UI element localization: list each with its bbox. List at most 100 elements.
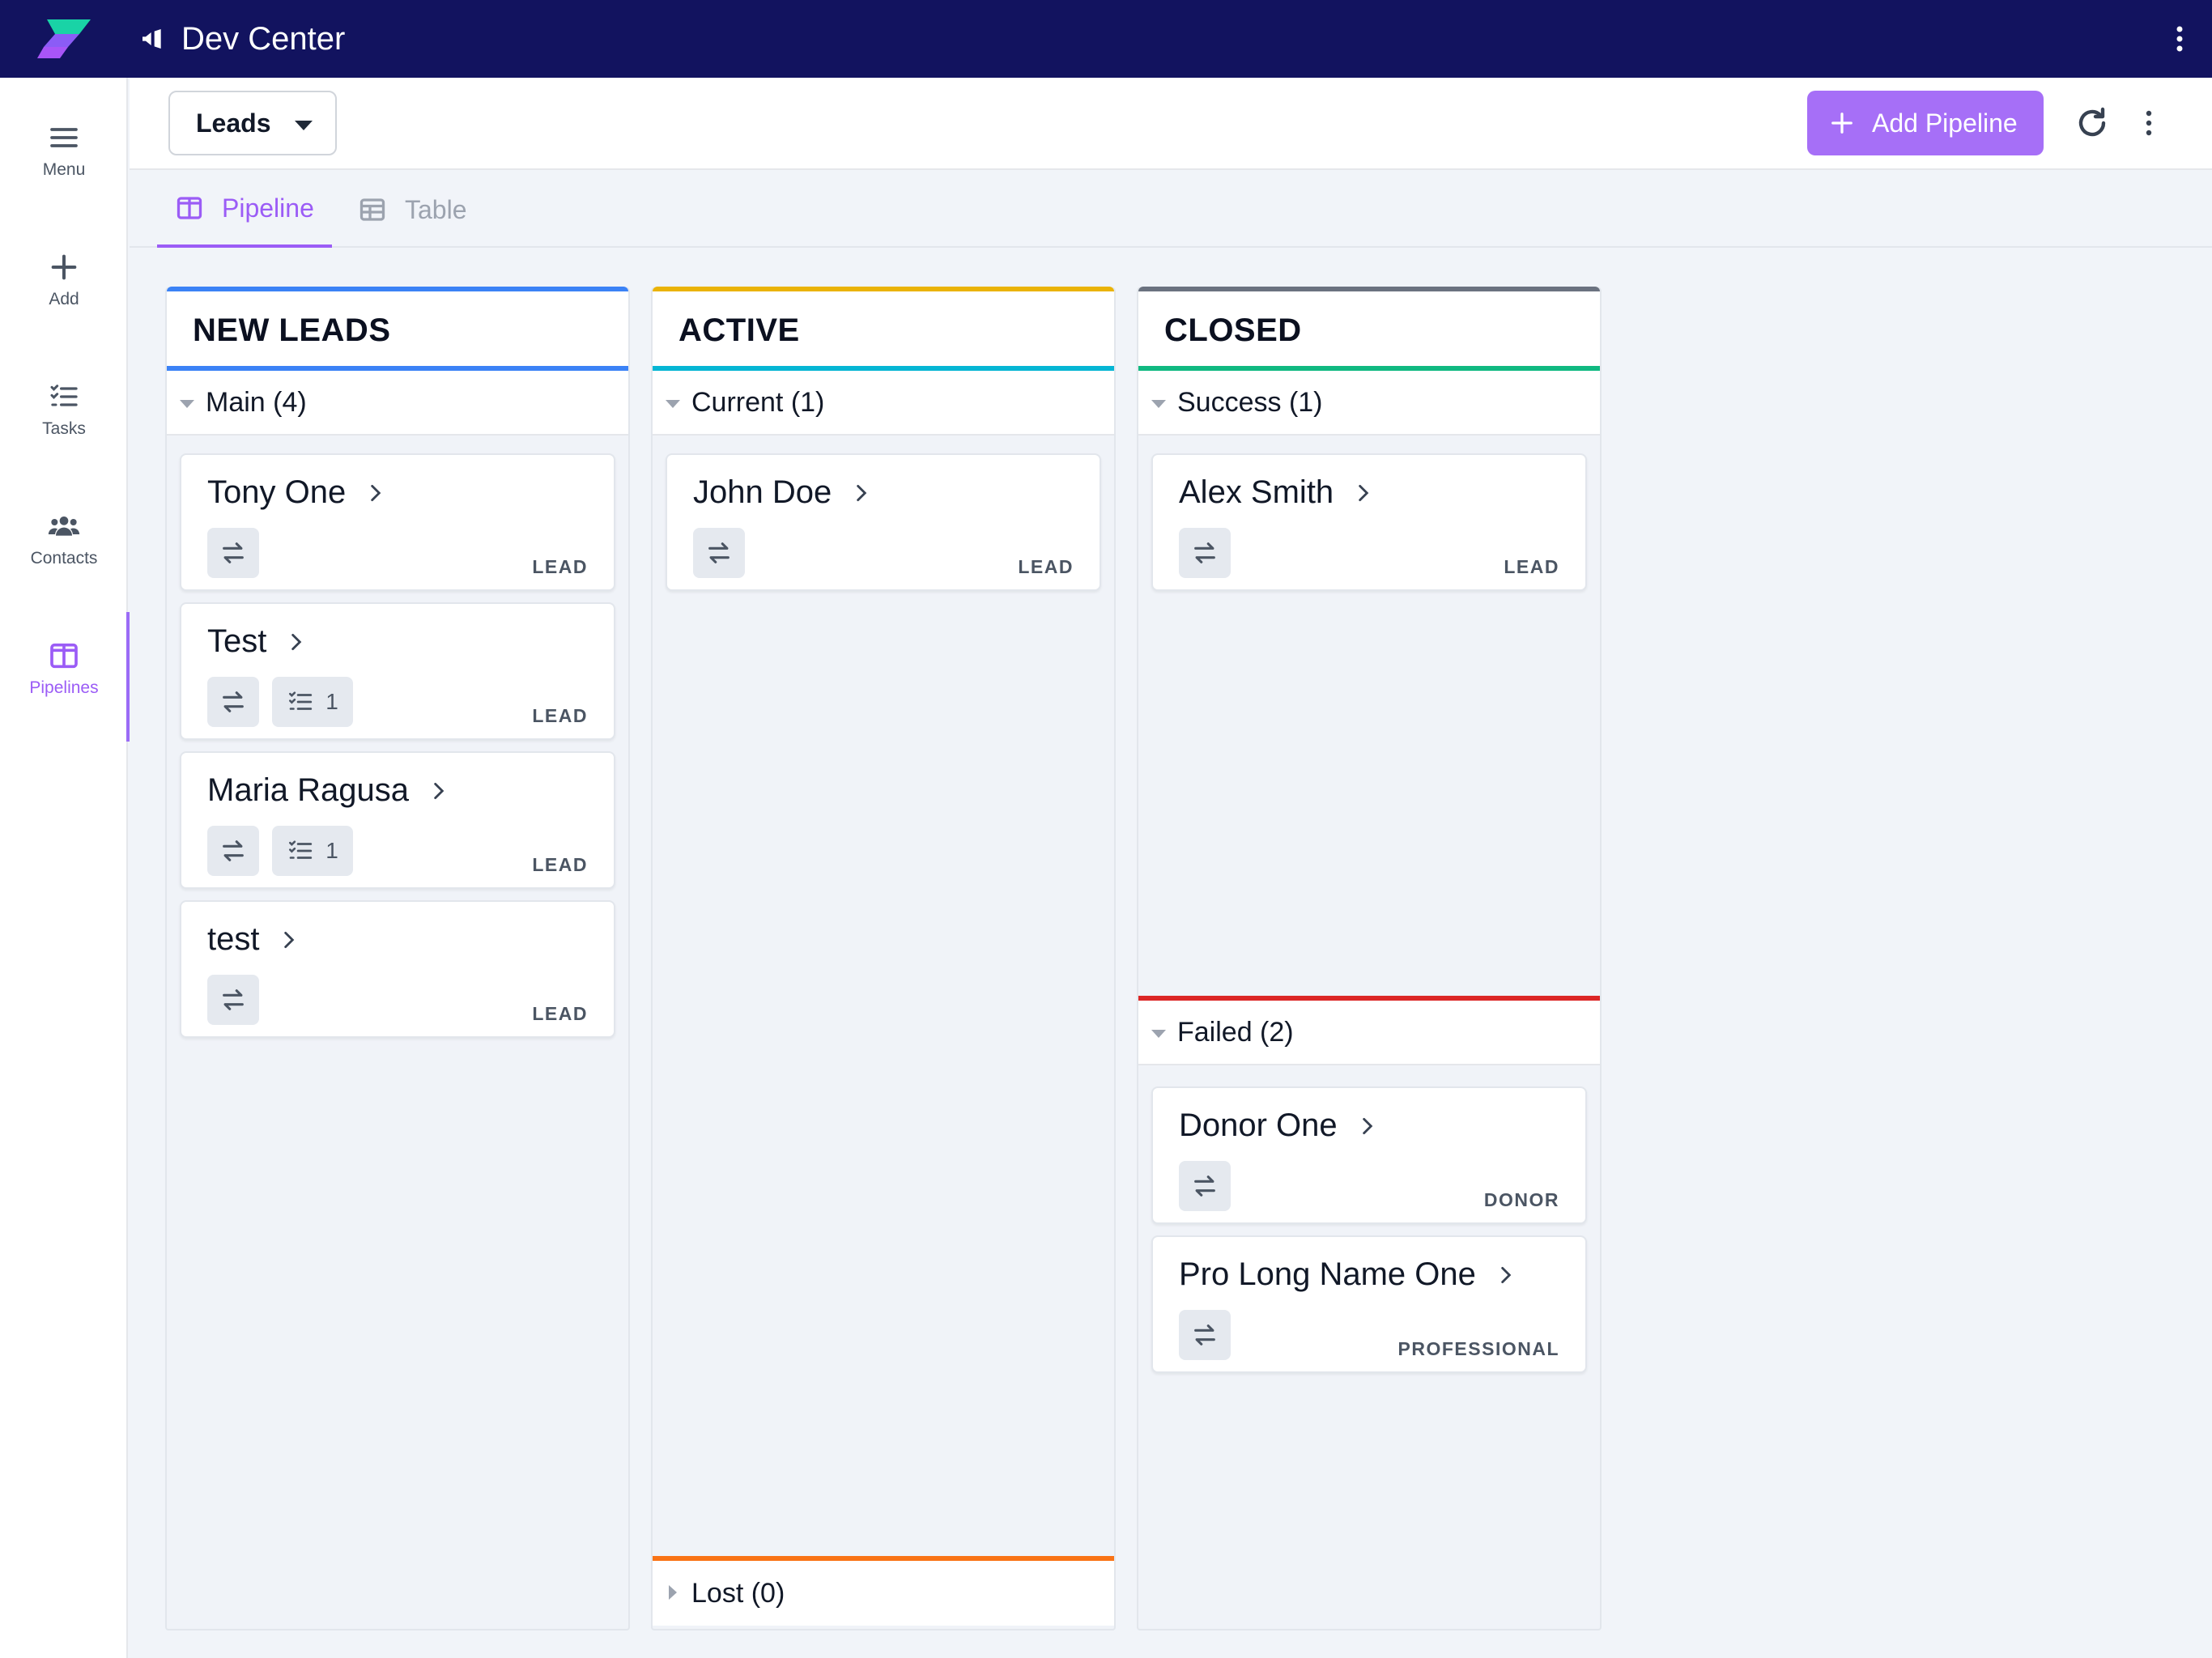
card-title[interactable]: Tony One — [207, 474, 386, 511]
card-name: John Doe — [693, 474, 832, 510]
pipeline-card[interactable]: Tony One LEAD — [180, 453, 615, 591]
megaphone-icon — [143, 29, 161, 49]
chevron-right-icon — [1359, 484, 1369, 501]
card-type-tag: LEAD — [1018, 556, 1074, 577]
sidebar-item-label: Tasks — [42, 419, 86, 438]
tab-table[interactable]: Table — [340, 172, 485, 248]
collapse-caret-icon — [666, 400, 680, 408]
move-stage-button[interactable] — [207, 826, 259, 876]
pipeline-card[interactable]: Alex Smith LEAD — [1151, 453, 1587, 591]
sidebar: Menu Add Tasks Contacts Pipelines — [0, 78, 130, 1658]
swap-arrows-icon — [708, 542, 730, 563]
plus-icon — [1831, 113, 1853, 134]
pipeline-card[interactable]: test LEAD — [180, 900, 615, 1038]
card-name: test — [207, 921, 260, 957]
chevron-right-icon — [291, 633, 302, 650]
tasks-count-badge[interactable]: 1 — [272, 677, 353, 727]
swap-arrows-icon — [223, 989, 244, 1010]
chevron-right-icon — [434, 782, 445, 799]
pipeline-card[interactable]: Test 1 LEAD — [180, 602, 615, 740]
group-header-failed[interactable]: Failed (2) — [1138, 1001, 1600, 1065]
pipeline-card[interactable]: Maria Ragusa 1 LEAD — [180, 751, 615, 889]
card-title[interactable]: Maria Ragusa — [207, 772, 449, 809]
move-stage-button[interactable] — [1179, 528, 1231, 578]
people-icon — [48, 517, 80, 536]
app-title: Dev Center — [139, 16, 345, 62]
pipeline-card[interactable]: Donor One DONOR — [1151, 1086, 1587, 1224]
chevron-right-icon — [1501, 1266, 1512, 1283]
move-stage-button[interactable] — [207, 677, 259, 727]
card-name: Tony One — [207, 474, 347, 510]
card-title[interactable]: Alex Smith — [1179, 474, 1374, 511]
pipeline-columns-icon — [177, 197, 202, 219]
chevron-right-icon — [371, 484, 381, 501]
card-title[interactable]: Donor One — [1179, 1107, 1378, 1144]
sidebar-item-pipelines[interactable]: Pipelines — [0, 612, 130, 742]
sidebar-item-tasks[interactable]: Tasks — [0, 353, 128, 466]
sidebar-item-label: Contacts — [30, 549, 98, 568]
collapse-caret-icon — [1151, 400, 1166, 408]
refresh-icon[interactable] — [2073, 104, 2112, 142]
move-stage-button[interactable] — [207, 975, 259, 1025]
sidebar-item-contacts[interactable]: Contacts — [0, 483, 128, 596]
sidebar-item-add[interactable]: Add — [0, 223, 128, 337]
tab-label: Table — [405, 194, 467, 224]
tab-label: Pipeline — [222, 193, 314, 223]
tab-pipeline[interactable]: Pipeline — [157, 172, 332, 248]
pipeline-columns-icon — [50, 643, 78, 669]
toolbar: Leads Add Pipeline — [130, 78, 2212, 170]
pipeline-column-new-leads: NEW LEADS Main (4) Tony One LEAD Test 1 … — [165, 287, 630, 1630]
sidebar-item-menu[interactable]: Menu — [0, 94, 128, 207]
table-icon — [359, 198, 385, 221]
add-pipeline-label: Add Pipeline — [1872, 108, 2018, 138]
card-name: Alex Smith — [1179, 474, 1334, 510]
group-header-main[interactable]: Main (4) — [167, 371, 628, 436]
swap-arrows-icon — [223, 840, 244, 861]
card-title[interactable]: Test — [207, 623, 307, 660]
add-pipeline-button[interactable]: Add Pipeline — [1807, 91, 2044, 155]
card-type-tag: LEAD — [532, 556, 588, 577]
group-label: Failed (2) — [1177, 1016, 1294, 1048]
collapse-caret-icon — [1151, 1030, 1166, 1038]
sidebar-item-label: Add — [49, 290, 79, 308]
chevron-right-icon — [857, 484, 867, 501]
task-list-icon — [289, 691, 313, 710]
pipeline-select[interactable]: Leads — [168, 91, 337, 155]
card-type-tag: LEAD — [1504, 556, 1559, 577]
sidebar-item-label: Menu — [42, 160, 86, 179]
card-title[interactable]: test — [207, 921, 300, 958]
column-title: ACTIVE — [678, 312, 800, 348]
column-title: NEW LEADS — [193, 312, 391, 348]
card-title[interactable]: Pro Long Name One — [1179, 1256, 1516, 1293]
task-list-icon — [289, 840, 313, 859]
chevron-right-icon — [1362, 1117, 1372, 1134]
card-name: Pro Long Name One — [1179, 1256, 1476, 1292]
tasks-count-badge[interactable]: 1 — [272, 826, 353, 876]
chevron-right-icon — [284, 931, 295, 948]
card-type-tag: LEAD — [532, 854, 588, 875]
move-stage-button[interactable] — [1179, 1161, 1231, 1211]
sidebar-item-label: Pipelines — [29, 678, 99, 697]
pipeline-card[interactable]: Pro Long Name One PROFESSIONAL — [1151, 1235, 1587, 1373]
swap-arrows-icon — [1194, 1175, 1215, 1197]
app-title-text: Dev Center — [181, 20, 346, 57]
swap-arrows-icon — [223, 542, 244, 563]
task-list-icon — [50, 385, 78, 406]
move-stage-button[interactable] — [207, 528, 259, 578]
move-stage-button[interactable] — [1179, 1310, 1231, 1360]
group-header-lost[interactable]: Lost (0) — [653, 1561, 1114, 1626]
card-name: Test — [207, 623, 267, 659]
more-vertical-icon[interactable] — [2142, 107, 2155, 139]
app-logo-icon[interactable] — [36, 18, 92, 60]
hamburger-menu-icon — [50, 128, 78, 147]
group-header-success[interactable]: Success (1) — [1138, 371, 1600, 436]
card-title[interactable]: John Doe — [693, 474, 872, 511]
caret-down-icon — [295, 121, 313, 130]
tasks-count: 1 — [325, 689, 338, 714]
group-header-current[interactable]: Current (1) — [653, 371, 1114, 436]
pipeline-select-value: Leads — [196, 108, 271, 138]
pipeline-card[interactable]: John Doe LEAD — [666, 453, 1101, 591]
move-stage-button[interactable] — [693, 528, 745, 578]
column-title: CLOSED — [1164, 312, 1302, 348]
more-vertical-icon[interactable] — [2172, 23, 2188, 55]
